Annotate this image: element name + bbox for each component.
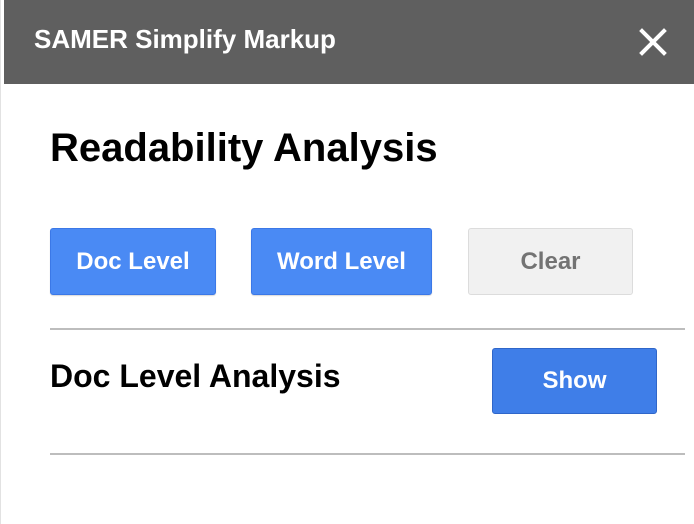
- clear-button[interactable]: Clear: [468, 228, 633, 295]
- doc-level-analysis-label: Doc Level Analysis: [50, 358, 341, 394]
- divider-top: [50, 328, 685, 330]
- doc-level-button[interactable]: Doc Level: [50, 228, 216, 295]
- word-level-button[interactable]: Word Level: [251, 228, 432, 295]
- show-button[interactable]: Show: [492, 348, 657, 414]
- page-title: Readability Analysis: [50, 126, 438, 170]
- dialog-title: SAMER Simplify Markup: [34, 24, 336, 54]
- divider-bottom: [50, 453, 685, 455]
- close-icon[interactable]: [630, 19, 676, 65]
- sidebar-panel: SAMER Simplify Markup Readability Analys…: [0, 0, 694, 524]
- dialog-titlebar: SAMER Simplify Markup: [4, 0, 694, 84]
